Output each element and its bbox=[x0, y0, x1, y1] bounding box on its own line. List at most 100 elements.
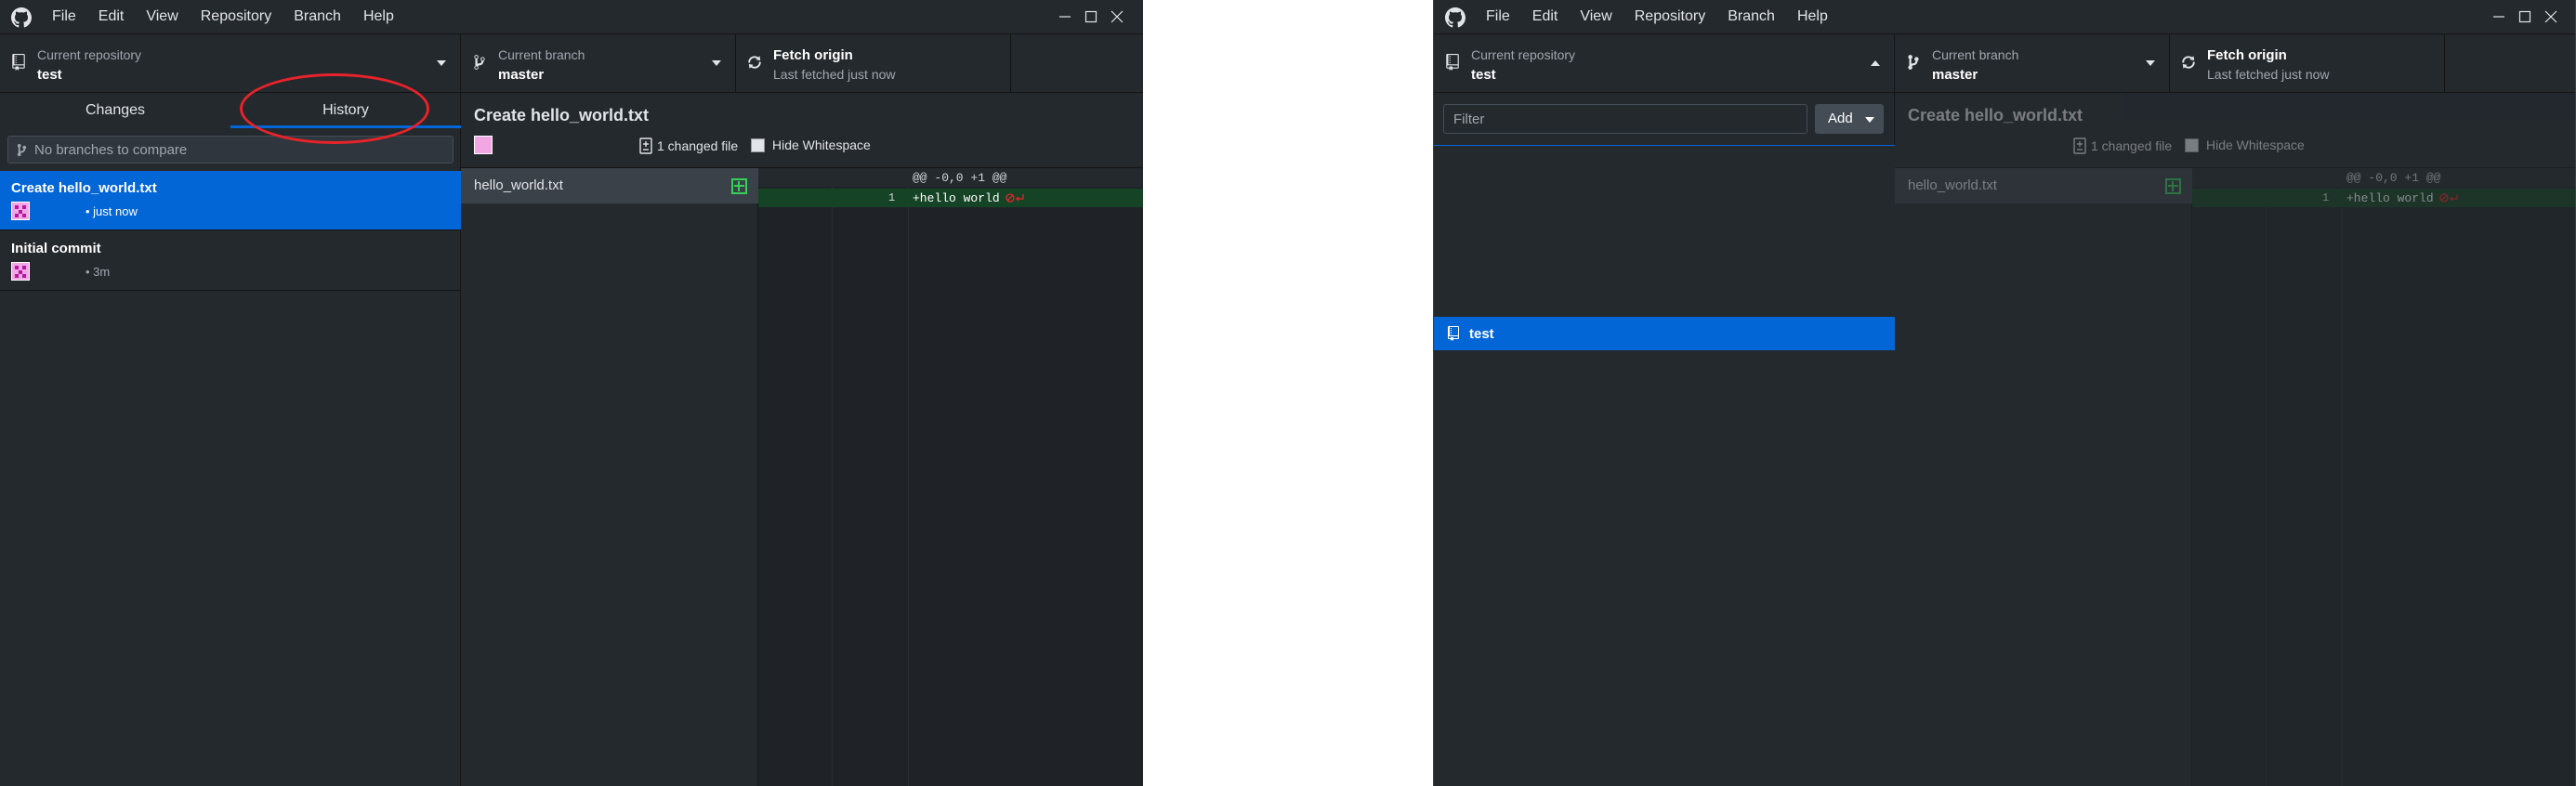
avatar bbox=[11, 262, 30, 281]
hide-whitespace-toggle[interactable]: Hide Whitespace bbox=[751, 138, 871, 152]
tab-changes[interactable]: Changes bbox=[0, 93, 230, 128]
hunk-header: @@ -0,0 +1 @@ bbox=[758, 168, 1143, 187]
commit-title: Create hello_world.txt bbox=[11, 180, 157, 196]
compare-placeholder: No branches to compare bbox=[34, 142, 188, 158]
menu-help[interactable]: Help bbox=[363, 0, 394, 33]
menu-help[interactable]: Help bbox=[1797, 0, 1828, 33]
repository-list-item[interactable]: test bbox=[1434, 317, 1895, 350]
branch-label: Current branch bbox=[1932, 47, 2019, 62]
minimize-button-alt[interactable] bbox=[987, 0, 1039, 33]
history-sidebar: Changes History No branches to compare C… bbox=[0, 93, 461, 786]
file-list-item[interactable]: hello_world.txt bbox=[1895, 168, 2192, 203]
avatar bbox=[11, 202, 30, 220]
hunk-header: @@ -0,0 +1 @@ bbox=[2192, 168, 2575, 187]
old-line-gutter bbox=[758, 168, 833, 786]
title-bar: File Edit View Repository Branch Help bbox=[0, 0, 1143, 33]
commit-detail: Create hello_world.txt 1 changed file Hi… bbox=[1895, 93, 2575, 786]
close-button[interactable] bbox=[1091, 0, 1143, 33]
repo-name: test bbox=[1471, 67, 1496, 83]
repository-list-panel: test Add bbox=[1434, 93, 1895, 786]
menu-view[interactable]: View bbox=[146, 0, 177, 33]
caret-down-icon bbox=[2146, 60, 2155, 66]
close-icon bbox=[1111, 10, 1124, 23]
title-bar: File Edit View Repository Branch Help bbox=[1434, 0, 2575, 33]
hunk-header-text: @@ -0,0 +1 @@ bbox=[2346, 171, 2441, 185]
repo-icon bbox=[1446, 54, 1459, 71]
close-icon bbox=[2544, 10, 2557, 23]
menu-branch[interactable]: Branch bbox=[294, 0, 341, 33]
fetch-origin-button[interactable]: Fetch origin Last fetched just now bbox=[2170, 34, 2445, 92]
fetch-origin-button[interactable]: Fetch origin Last fetched just now bbox=[736, 34, 1011, 92]
caret-down-icon bbox=[1865, 117, 1874, 123]
hide-whitespace-toggle[interactable]: Hide Whitespace bbox=[2185, 138, 2305, 152]
no-newline-icon bbox=[2439, 193, 2458, 203]
commit-detail-title: Create hello_world.txt bbox=[1908, 106, 2083, 124]
repo-icon bbox=[1448, 326, 1459, 341]
github-logo-icon bbox=[11, 7, 32, 28]
hide-whitespace-checkbox[interactable] bbox=[2185, 138, 2199, 152]
commit-detail: Create hello_world.txt 1 changed file Hi… bbox=[461, 93, 1143, 786]
changed-file-list: hello_world.txt bbox=[461, 167, 758, 786]
repo-icon bbox=[12, 54, 25, 71]
menu-bar: File Edit View Repository Branch Help bbox=[52, 0, 416, 33]
github-desktop-window-repo-list: File Edit View Repository Branch Help Cu… bbox=[1433, 0, 2576, 786]
commit-title: Initial commit bbox=[11, 241, 101, 256]
sync-icon bbox=[2182, 56, 2195, 69]
file-name: hello_world.txt bbox=[1908, 177, 1997, 193]
repository-list: test bbox=[1434, 145, 1895, 786]
branch-label: Current branch bbox=[498, 47, 585, 62]
menu-file[interactable]: File bbox=[1486, 0, 1510, 33]
commit-detail-title: Create hello_world.txt bbox=[474, 106, 650, 124]
avatar bbox=[474, 136, 493, 154]
branch-icon bbox=[1908, 55, 1919, 70]
menu-view[interactable]: View bbox=[1580, 0, 1611, 33]
no-newline-icon bbox=[1005, 193, 1024, 203]
repo-label: Current repository bbox=[1471, 47, 1576, 62]
menu-edit[interactable]: Edit bbox=[99, 0, 125, 33]
sync-icon bbox=[748, 56, 761, 69]
branch-compare-input[interactable]: No branches to compare bbox=[7, 136, 453, 164]
repository-filter-input[interactable] bbox=[1444, 105, 1807, 133]
changed-files-count: 1 changed file bbox=[2073, 138, 2172, 154]
close-button[interactable] bbox=[2525, 0, 2575, 33]
file-diff-icon bbox=[2073, 138, 2086, 154]
hide-whitespace-checkbox[interactable] bbox=[751, 138, 765, 152]
file-added-icon bbox=[2165, 178, 2181, 194]
branch-icon bbox=[474, 55, 485, 70]
repository-name: test bbox=[1469, 326, 1494, 342]
diff-added-line[interactable]: 1 +hello world bbox=[758, 189, 1143, 207]
commit-time: • just now bbox=[85, 204, 138, 218]
fetch-title: Fetch origin bbox=[2207, 47, 2287, 63]
changed-file-list: hello_world.txt bbox=[1895, 167, 2192, 786]
menu-bar: File Edit View Repository Branch Help bbox=[1486, 0, 1850, 33]
menu-repository[interactable]: Repository bbox=[201, 0, 271, 33]
hide-whitespace-label: Hide Whitespace bbox=[772, 138, 871, 152]
annotation-circle bbox=[240, 73, 429, 144]
add-repository-button[interactable]: Add bbox=[1815, 104, 1884, 134]
github-desktop-window-history: File Edit View Repository Branch Help Cu… bbox=[0, 0, 1143, 786]
menu-file[interactable]: File bbox=[52, 0, 76, 33]
diff-line-text: +hello world bbox=[913, 191, 1000, 205]
current-branch-button[interactable]: Current branch master bbox=[1895, 34, 2170, 92]
current-branch-button[interactable]: Current branch master bbox=[461, 34, 736, 92]
commit-row[interactable]: Initial commit • 3m bbox=[0, 231, 461, 291]
file-list-item[interactable]: hello_world.txt bbox=[461, 168, 758, 203]
new-line-gutter bbox=[833, 168, 909, 786]
branch-name: master bbox=[498, 67, 545, 83]
changed-files-count: 1 changed file bbox=[639, 138, 738, 154]
diff-line-text: +hello world bbox=[2346, 191, 2434, 205]
repo-label: Current repository bbox=[37, 47, 142, 62]
diff-added-line[interactable]: 1 +hello world bbox=[2192, 189, 2575, 207]
file-diff-icon bbox=[639, 138, 652, 154]
fetch-subtitle: Last fetched just now bbox=[773, 67, 896, 82]
menu-branch[interactable]: Branch bbox=[1728, 0, 1775, 33]
repo-name: test bbox=[37, 67, 62, 83]
filter-box[interactable] bbox=[1443, 104, 1807, 134]
hunk-header-text: @@ -0,0 +1 @@ bbox=[913, 171, 1007, 185]
commit-row[interactable]: Create hello_world.txt • just now bbox=[0, 171, 461, 230]
menu-repository[interactable]: Repository bbox=[1635, 0, 1705, 33]
menu-edit[interactable]: Edit bbox=[1532, 0, 1558, 33]
add-button-label: Add bbox=[1828, 111, 1853, 126]
current-repository-button[interactable]: Current repository test bbox=[1434, 34, 1895, 92]
toolbar: Current repository test Current branch m… bbox=[0, 33, 1143, 93]
